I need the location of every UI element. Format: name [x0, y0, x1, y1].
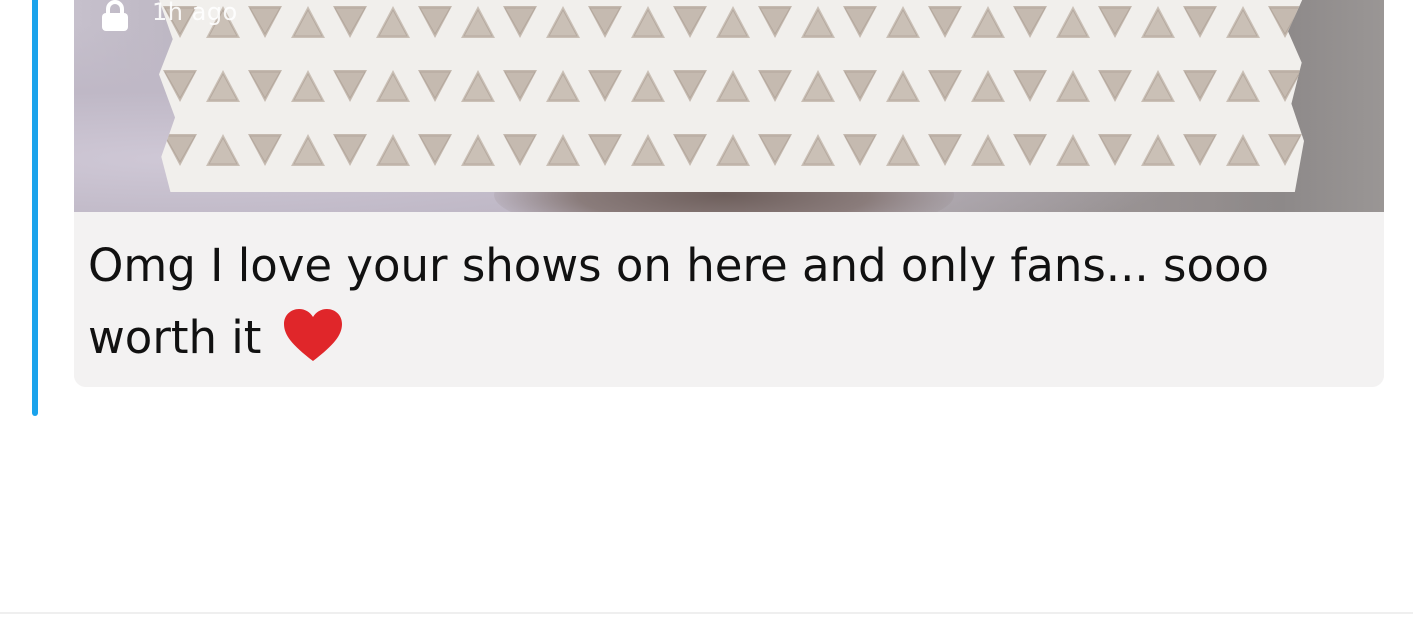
red-heart-icon [282, 307, 344, 363]
caption-area: Omg I love your shows on here and only f… [74, 212, 1384, 387]
decorative-tape-sticker [159, 0, 1304, 192]
lock-icon [98, 0, 132, 32]
snap-message-card[interactable]: 1h ago Omg I love your shows on here and… [74, 0, 1384, 387]
caption-text: Omg I love your shows on here and only f… [88, 239, 1270, 364]
message-caption: Omg I love your shows on here and only f… [88, 230, 1358, 374]
snap-media-preview[interactable]: 1h ago [74, 0, 1384, 212]
message-thread-indicator [32, 0, 38, 416]
triangle-pattern [159, 0, 1304, 192]
bottom-divider [0, 612, 1413, 614]
message-timestamp: 1h ago [152, 0, 238, 26]
